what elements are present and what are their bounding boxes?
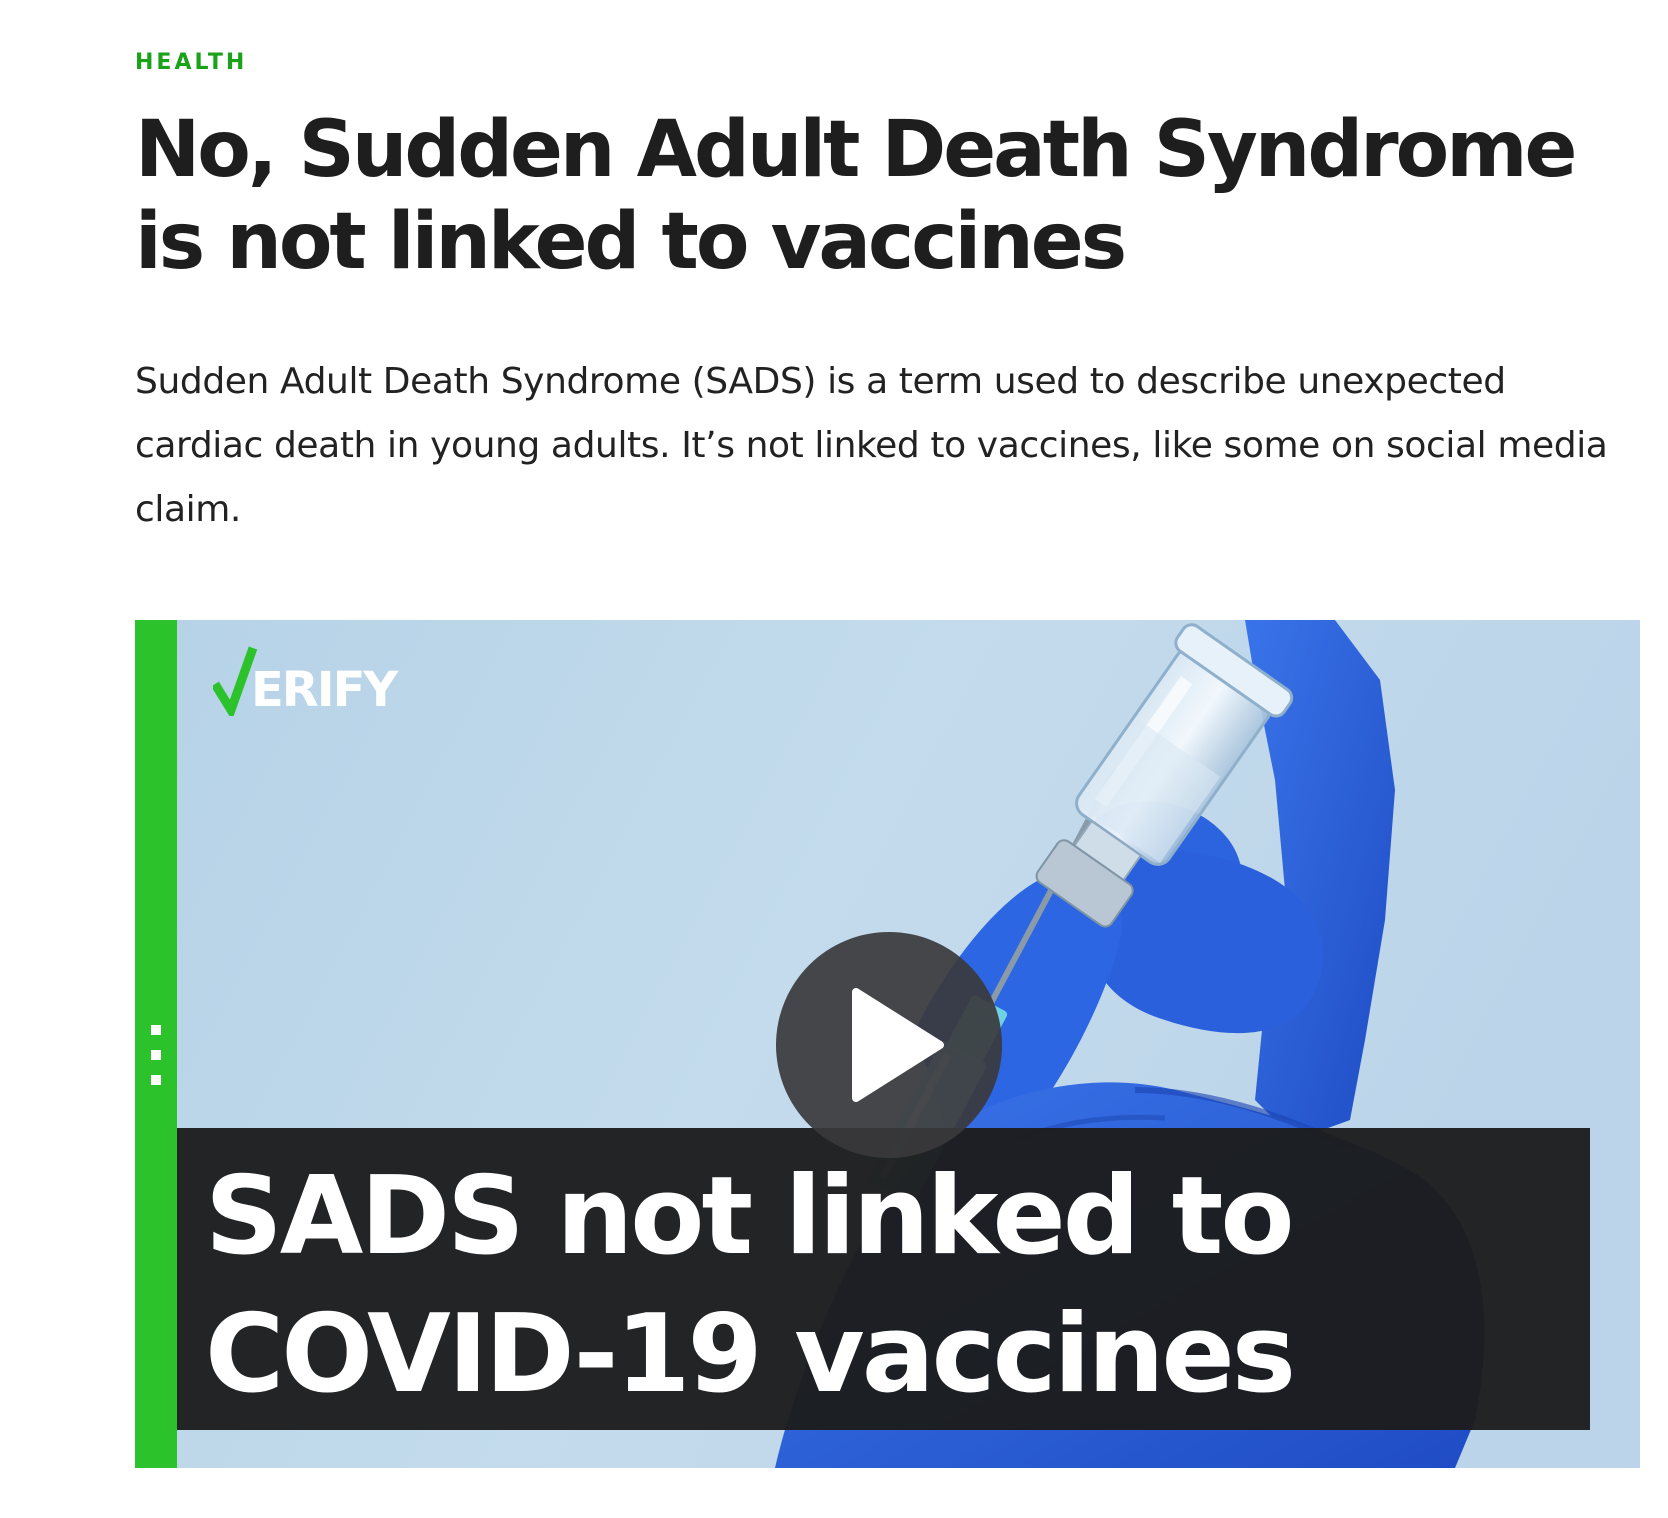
play-icon — [852, 988, 944, 1102]
play-button[interactable] — [776, 932, 1002, 1158]
video-caption: SADS not linked to COVID-19 vaccines — [205, 1154, 1296, 1417]
category-link[interactable]: HEALTH — [135, 50, 247, 75]
menu-dot — [151, 1050, 161, 1060]
headline: No, Sudden Adult Death Syndrome is not l… — [135, 105, 1577, 287]
article-summary: Sudden Adult Death Syndrome (SADS) is a … — [135, 361, 1608, 530]
video-caption-box: SADS not linked to COVID-19 vaccines — [177, 1128, 1590, 1430]
menu-dot — [151, 1075, 161, 1085]
video-player[interactable]: ERIFY SADS not linked to COVID-19 vaccin… — [135, 620, 1640, 1468]
menu-dot — [151, 1025, 161, 1035]
verify-logo: ERIFY — [213, 646, 413, 716]
accent-bar — [135, 620, 177, 1468]
svg-text:ERIFY: ERIFY — [251, 662, 399, 716]
